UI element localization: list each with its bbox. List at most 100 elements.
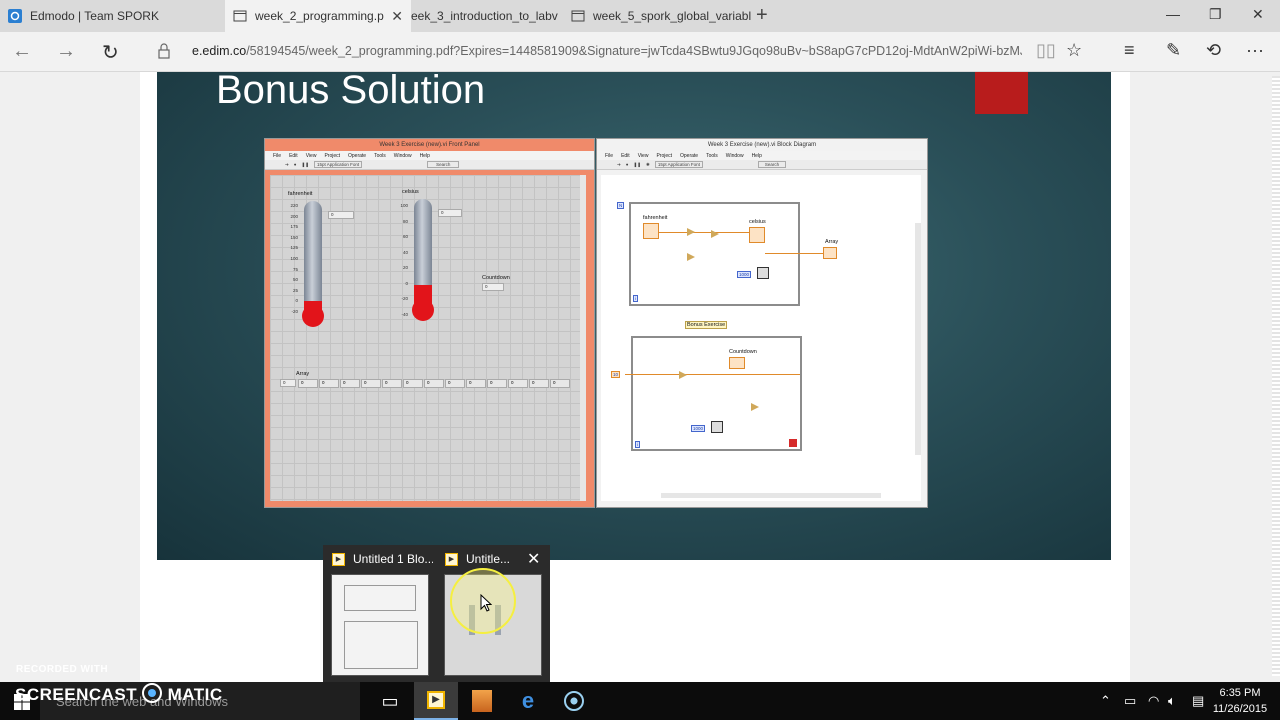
tab-edmodo[interactable]: Edmodo | Team SPORK [0,0,225,32]
reading-view-icon[interactable]: ▯▯ [1036,40,1056,61]
notifications-icon[interactable]: ▤ [1192,693,1204,709]
taskbar-clock[interactable]: 6:35 PM 11/26/2015 [1208,685,1272,717]
menu-edit[interactable]: Edit [621,153,630,159]
highlight-bulb-icon[interactable]: ✺ [646,162,650,168]
menu-file[interactable]: File [273,153,281,159]
back-icon[interactable]: ← [12,40,32,63]
wait-ms-node[interactable] [757,267,769,279]
more-icon[interactable]: ··· [1246,40,1264,61]
minimize-icon[interactable]: — [1166,6,1180,22]
countdown-terminal[interactable] [729,357,745,369]
front-panel-vscroll[interactable] [580,175,586,501]
tab-week-5-spork[interactable]: week_5_spork_global_variabl [563,0,753,32]
celsius-thermometer [414,199,432,285]
celsius-tick-label: 80 [402,218,408,224]
battery-icon[interactable]: ▭ [1124,693,1136,709]
fahrenheit-tick-label: 75 [292,266,298,272]
address-bar[interactable]: e.edim.co/58194545/week_2_programming.pd… [192,44,1022,58]
favorite-star-icon[interactable]: ☆ [1066,40,1082,61]
fahrenheit-tick-label: 125 [290,245,298,251]
menu-project[interactable]: Project [656,153,672,159]
thumbnail-loop [344,621,418,669]
volume-icon[interactable]: 🔈︎ [1168,693,1176,709]
stop-condition-terminal[interactable] [789,439,797,447]
stop-icon[interactable]: ● [294,162,297,167]
browser-tab-strip: Edmodo | Team SPORK week_2_programming.p… [0,0,1280,32]
wifi-icon[interactable]: ◠ [1148,693,1159,709]
menu-help[interactable]: Help [420,153,430,159]
close-thumbnail-icon[interactable]: ✕ [527,549,540,569]
share-icon[interactable]: ⟲ [1206,40,1221,61]
array-index[interactable]: 0 [280,379,296,387]
block-diagram-menu: File Edit View Project Operate Tools Win… [597,151,927,160]
wait-constant[interactable]: 1000 [737,271,752,278]
page-icon [571,10,585,22]
close-window-icon[interactable]: ✕ [1252,6,1264,23]
compare-node[interactable] [751,403,759,411]
menu-tools[interactable]: Tools [706,153,718,159]
menu-help[interactable]: Help [752,153,762,159]
fahrenheit-label: fahrenheit [288,191,313,197]
search-field[interactable]: Search [757,161,787,168]
refresh-icon[interactable]: ↻ [102,40,119,65]
menu-view[interactable]: View [306,153,317,159]
for-loop-countdown[interactable] [631,336,802,451]
front-panel-title: Week 3 Exercise (new).vi Front Panel [379,142,480,148]
menu-window[interactable]: Window [394,153,412,159]
array-terminal[interactable] [823,247,837,259]
new-tab-button[interactable]: + [756,4,768,27]
multiply-node[interactable] [711,230,719,238]
front-panel-window: Week 3 Exercise (new).vi Front Panel Fil… [264,138,595,508]
hub-icon[interactable]: ≡ [1124,40,1135,61]
screencast-logo-icon [142,683,163,703]
clock-date: 11/26/2015 [1212,703,1268,715]
stop-icon[interactable]: ● [626,162,629,167]
maximize-icon[interactable]: ❐ [1209,6,1222,23]
vertical-scrollbar[interactable] [1272,76,1280,676]
search-field[interactable]: Search [427,161,460,168]
watermark-brand-right: MATIC [167,685,223,704]
thumbnail-block-diagram[interactable] [331,574,429,676]
count-constant[interactable]: 10 [611,371,621,378]
menu-edit[interactable]: Edit [289,153,298,159]
wait-constant-2[interactable]: 1000 [691,425,706,432]
web-note-icon[interactable]: ✎ [1166,40,1181,61]
pause-icon[interactable]: ❚❚ [302,162,310,168]
fahrenheit-terminal[interactable] [643,223,659,239]
celsius-tick-label: 40 [402,249,408,255]
tab-week-3-introduction[interactable]: eek_3_introduction_to_labv [411,0,563,32]
font-select[interactable]: 15pt Application Font [654,161,703,168]
font-select[interactable]: 15pt Application Font [314,161,363,168]
task-view-icon[interactable]: ▭ [368,682,412,720]
celsius-tick-label: 20 [402,265,408,270]
celsius-terminal[interactable] [749,227,765,243]
menu-file[interactable]: File [605,153,613,159]
menu-project[interactable]: Project [324,153,340,159]
menu-view[interactable]: View [638,153,649,159]
pause-icon[interactable]: ❚❚ [634,162,642,168]
divide-node[interactable] [687,253,695,261]
menu-operate[interactable]: Operate [680,153,698,159]
countdown-label: Countdown [482,275,510,281]
labview-splash-icon[interactable] [460,682,504,720]
menu-window[interactable]: Window [726,153,744,159]
tray-chevron-icon[interactable]: ⌃ [1100,693,1111,709]
screencast-taskbar-icon[interactable] [552,682,596,720]
block-diagram-canvas: N fahrenheit celsius Array 1000 i Bonus … [601,175,921,501]
subtract-node[interactable] [687,228,695,236]
menu-operate[interactable]: Operate [348,153,366,159]
run-arrow-icon[interactable]: ➔ [617,162,621,168]
decrement-node[interactable] [679,371,687,379]
edge-browser-icon[interactable]: e [506,682,550,720]
tab-title: Edmodo | Team SPORK [30,9,159,23]
labview-taskbar-icon[interactable]: ▶ [414,682,458,720]
tab-week-2-programming[interactable]: week_2_programming.p ✕ [225,0,411,32]
wait-ms-node-2[interactable] [711,421,723,433]
tab-title: week_2_programming.p [255,9,384,23]
close-tab-icon[interactable]: ✕ [391,8,403,25]
block-diagram-vscroll[interactable] [915,223,921,455]
run-arrow-icon[interactable]: ➔ [285,162,289,168]
forward-icon[interactable]: → [56,40,76,63]
block-diagram-hscroll[interactable] [661,493,881,498]
menu-tools[interactable]: Tools [374,153,386,159]
